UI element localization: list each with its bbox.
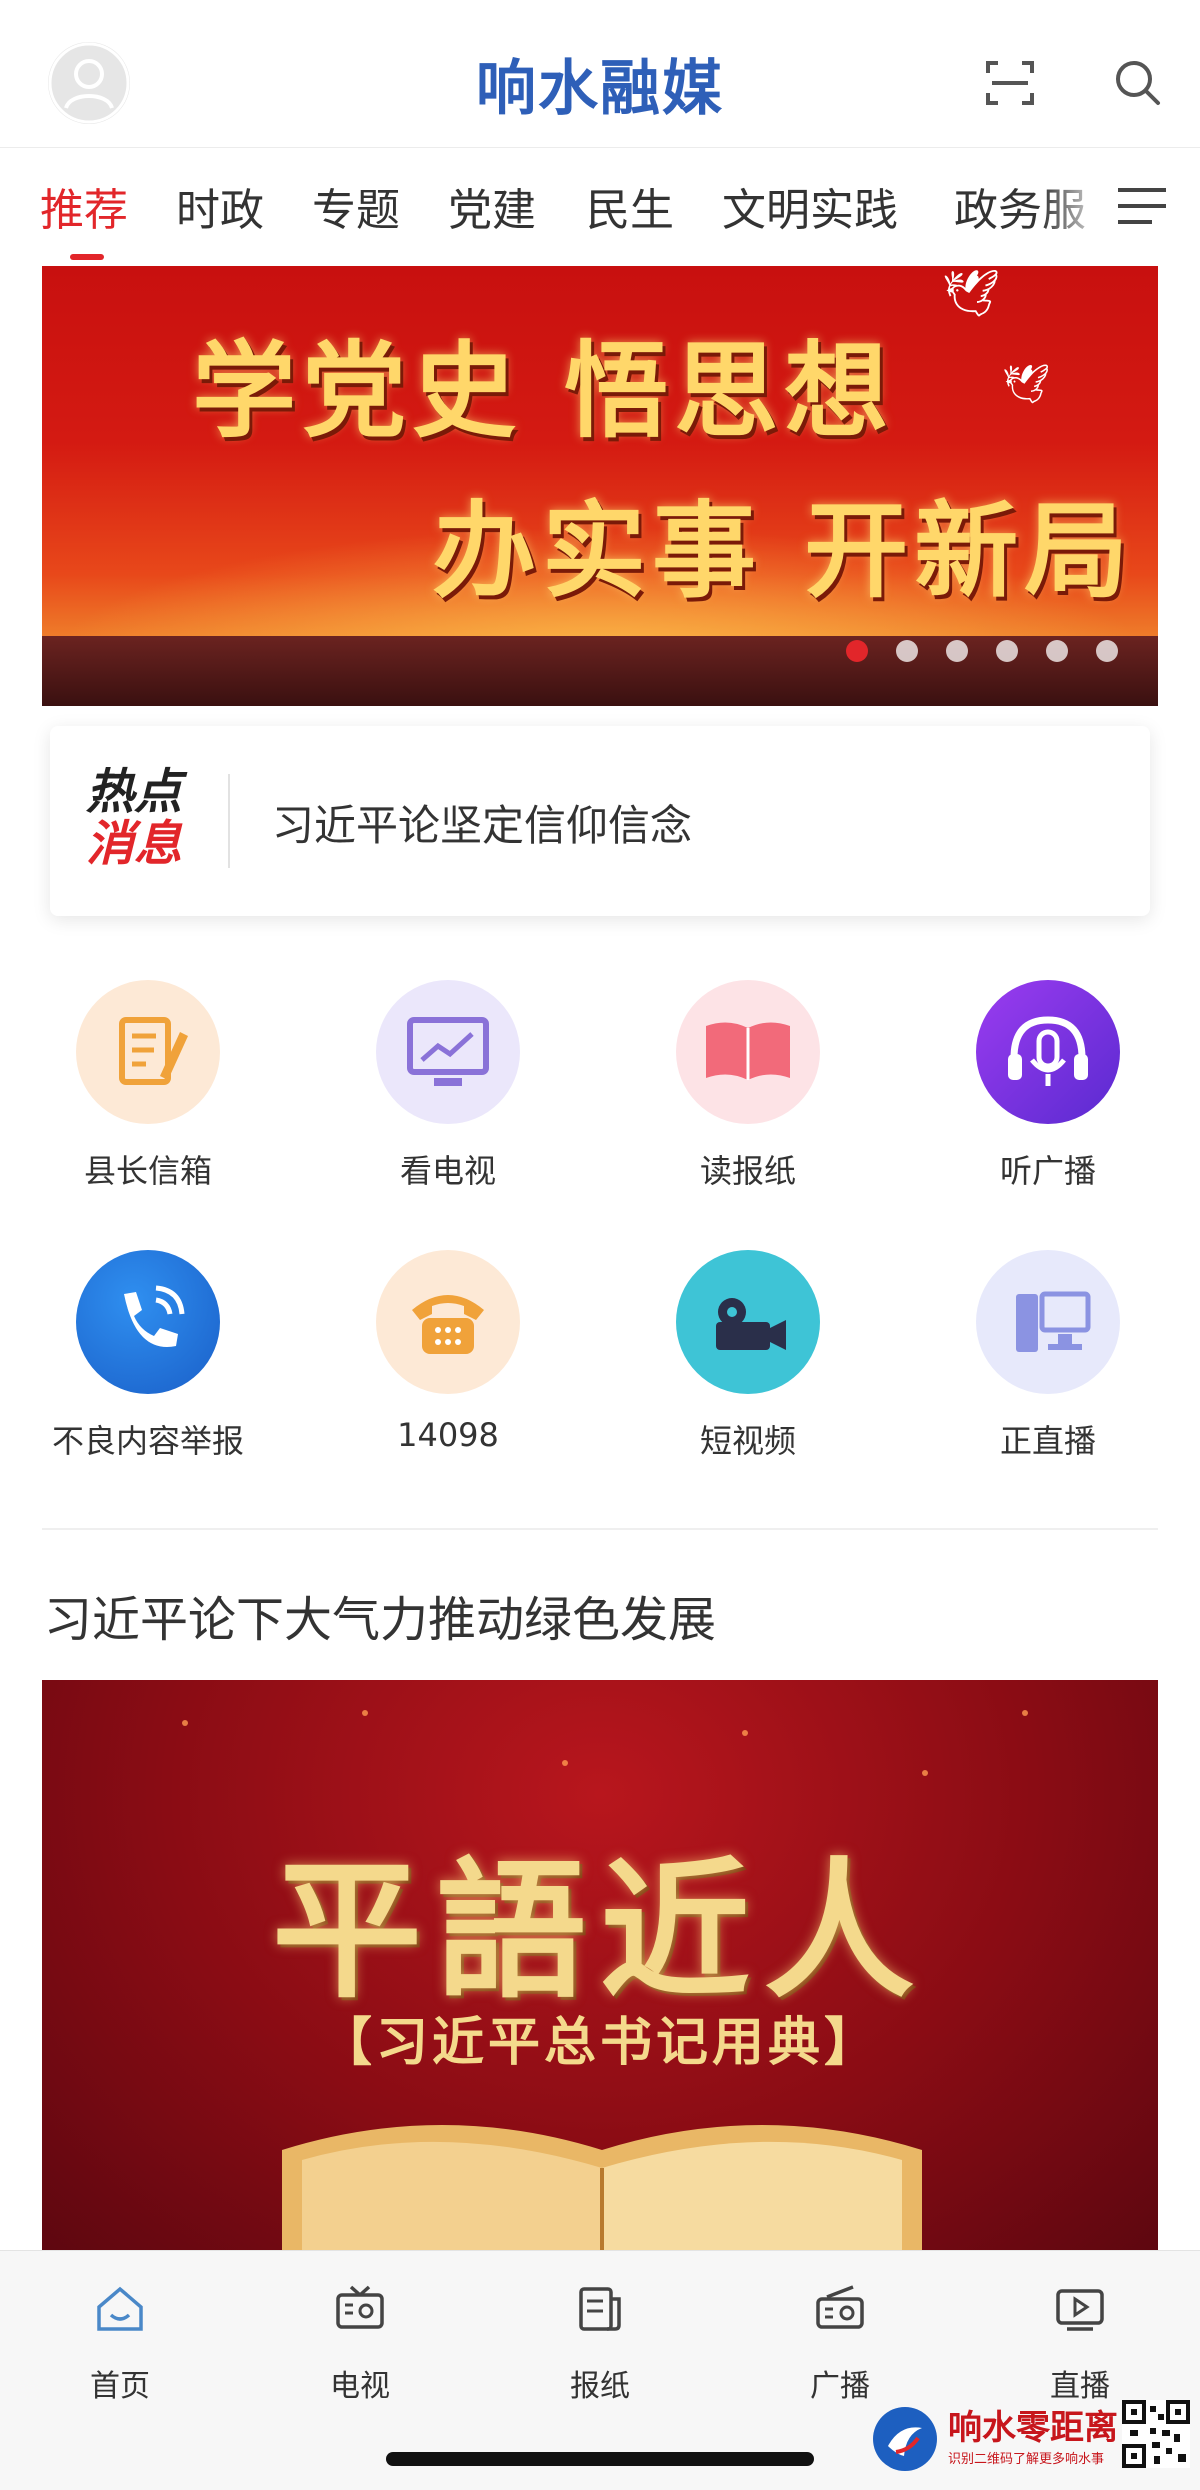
article-title[interactable]: 习近平论下大气力推动绿色发展 (44, 1580, 716, 1650)
hot-news-badge-line2: 消息 (86, 816, 183, 872)
tab-topics[interactable]: 专题 (312, 174, 400, 238)
article-image-title: 平語近人 (271, 1843, 928, 2019)
service-watch-tv[interactable]: 看电视 (328, 980, 568, 1192)
service-label: 短视频 (699, 1422, 796, 1460)
watermark-logo-icon (873, 2407, 937, 2471)
nav-label: 直播 (1050, 2369, 1110, 2404)
service-live[interactable]: 正直播 (928, 1250, 1168, 1462)
service-read-newspaper[interactable]: 读报纸 (628, 980, 868, 1192)
carousel-dot[interactable] (946, 640, 968, 662)
live-play-icon (1056, 2289, 1104, 2331)
category-tabs: 推荐 时政 专题 党建 民生 文明实践 政务服 (0, 148, 1200, 264)
carousel-dot-active[interactable] (846, 640, 868, 662)
tab-civilization[interactable]: 文明实践 (722, 174, 898, 238)
app-header: 响水融媒 (0, 0, 1200, 148)
nav-tv[interactable]: 电视 (260, 2281, 460, 2405)
section-divider (42, 1528, 1158, 1530)
hot-news-headline[interactable]: 习近平论坚定信仰信念 (272, 792, 692, 853)
nav-label: 报纸 (570, 2369, 630, 2404)
nav-label: 电视 (330, 2369, 390, 2404)
nav-label: 首页 (90, 2369, 150, 2404)
service-label: 14098 (397, 1416, 499, 1454)
carousel-dots (846, 640, 1118, 662)
carousel-dot[interactable] (1096, 640, 1118, 662)
telephone-icon (376, 1250, 520, 1394)
scan-icon[interactable] (982, 55, 1038, 111)
article-cover-image[interactable]: 平語近人 【习近平总书记用典】 (42, 1680, 1158, 2250)
video-camera-icon (676, 1250, 820, 1394)
carousel-dot[interactable] (896, 640, 918, 662)
banner-line-1: 学党史 悟思想 (192, 329, 895, 452)
divider (228, 774, 230, 868)
tv-icon (336, 2285, 384, 2329)
dove-icon: 🕊 (1002, 362, 1051, 406)
service-hotline-14098[interactable]: 14098 (328, 1250, 568, 1454)
service-label: 看电视 (399, 1152, 496, 1190)
banner-line-2: 办实事 开新局 (432, 489, 1135, 612)
tv-chart-icon (376, 980, 520, 1124)
spark (182, 1720, 188, 1726)
service-report-content[interactable]: 不良内容举报 (28, 1250, 268, 1462)
open-book-illustration (282, 2125, 922, 2250)
article-image-subtitle: 【习近平总书记用典】 (319, 2012, 880, 2073)
spark (922, 1770, 928, 1776)
tab-active-indicator (70, 254, 104, 260)
hot-news-badge: 热点 消息 (86, 766, 198, 876)
tab-politics[interactable]: 时政 (176, 174, 264, 238)
carousel-dot[interactable] (996, 640, 1018, 662)
newspaper-icon (579, 2287, 621, 2331)
carousel-dot[interactable] (1046, 640, 1068, 662)
service-listen-radio[interactable]: 听广播 (928, 980, 1168, 1192)
hot-news-card[interactable]: 热点 消息 习近平论坚定信仰信念 (50, 726, 1150, 916)
spark (362, 1710, 368, 1716)
watermark: 响水零距离 识别二维码了解更多响水事 (870, 2400, 1190, 2480)
service-label: 不良内容举报 (51, 1422, 244, 1460)
service-label: 正直播 (999, 1422, 1096, 1460)
watermark-title: 响水零距离 (948, 2408, 1118, 2448)
letter-edit-icon (76, 980, 220, 1124)
home-indicator[interactable] (386, 2452, 814, 2466)
nav-newspaper[interactable]: 报纸 (500, 2281, 700, 2405)
nav-radio[interactable]: 广播 (740, 2281, 940, 2405)
nav-live[interactable]: 直播 (980, 2281, 1180, 2405)
tab-recommend[interactable]: 推荐 (40, 174, 128, 238)
spark (1022, 1710, 1028, 1716)
home-icon (97, 2286, 143, 2331)
menu-icon[interactable] (1116, 184, 1168, 228)
search-icon[interactable] (1110, 55, 1166, 111)
tab-livelihood[interactable]: 民生 (586, 174, 674, 238)
hot-news-badge-line1: 热点 (86, 764, 183, 820)
service-label: 县长信箱 (83, 1152, 212, 1190)
nav-home[interactable]: 首页 (20, 2281, 220, 2405)
service-short-video[interactable]: 短视频 (628, 1250, 868, 1462)
banner-carousel[interactable]: 🕊 🕊 学党史 悟思想 办实事 开新局 (42, 266, 1158, 706)
service-label: 读报纸 (699, 1152, 796, 1190)
nav-label: 广播 (810, 2369, 870, 2404)
phone-call-icon (76, 1250, 220, 1394)
tab-party[interactable]: 党建 (448, 174, 536, 238)
service-label: 听广播 (999, 1152, 1096, 1190)
radio-icon (816, 2285, 864, 2329)
dove-icon: 🕊 (942, 266, 1001, 320)
spark (742, 1730, 748, 1736)
open-book-icon (676, 980, 820, 1124)
tabs-fade (1040, 148, 1110, 264)
spark (562, 1760, 568, 1766)
headphone-mic-icon (976, 980, 1120, 1124)
desktop-computer-icon (976, 1250, 1120, 1394)
watermark-subtitle: 识别二维码了解更多响水事 (948, 2452, 1105, 2467)
qr-code-icon (1122, 2400, 1190, 2468)
service-county-mailbox[interactable]: 县长信箱 (28, 980, 268, 1192)
